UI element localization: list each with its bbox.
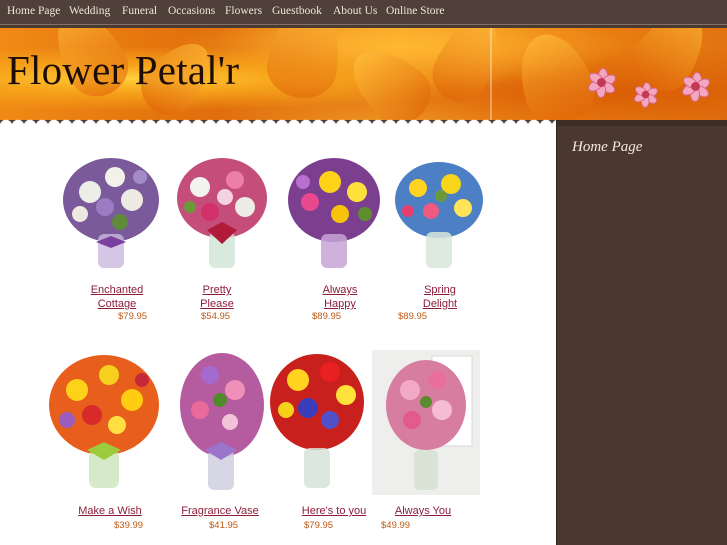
sidebar: Home Page [556, 120, 727, 545]
nav-item-occasions[interactable]: Occasions [168, 5, 215, 17]
product-link-make-a-wish[interactable]: Make a Wish [70, 504, 150, 518]
bouquet-image-heres-to-you[interactable] [268, 350, 366, 492]
nav-item-home-page[interactable]: Home Page [7, 5, 60, 17]
product-price: $79.95 [304, 520, 334, 531]
site-title: Flower Petal'r [7, 47, 240, 93]
bouquet-image-pretty-please[interactable] [175, 152, 270, 274]
bouquet-image-spring-delight[interactable] [393, 156, 486, 274]
bouquet-image-always-you[interactable] [372, 350, 480, 495]
bouquet-image-enchanted-cottage[interactable] [60, 152, 162, 274]
petal-decoration [262, 28, 348, 104]
nav-item-funeral[interactable]: Funeral [122, 5, 157, 17]
sidebar-title: Home Page [572, 139, 643, 155]
petal-decoration [423, 28, 512, 111]
product-price: $41.95 [209, 520, 239, 531]
product-price: $39.99 [114, 520, 144, 531]
product-link-heres-to-you[interactable]: Here's to you [294, 504, 374, 518]
product-link-spring-delight[interactable]: Spring Delight [405, 283, 475, 311]
product-price: $89.95 [398, 311, 428, 322]
nav-item-wedding[interactable]: Wedding [69, 5, 110, 17]
product-link-always-you[interactable]: Always You [383, 504, 463, 518]
pink-flower-icon [632, 82, 660, 108]
header-banner: Flower Petal'r [0, 28, 727, 120]
bouquet-image-fragrance-vase[interactable] [175, 350, 270, 492]
main-content: Enchanted Cottage $79.95 Pretty Please $… [0, 124, 556, 545]
product-link-always-happy[interactable]: Always Happy [305, 283, 375, 311]
product-price: $54.95 [201, 311, 231, 322]
product-link-pretty-please[interactable]: Pretty Please [182, 283, 252, 311]
sidebar-top-strip [557, 120, 727, 126]
nav-item-flowers[interactable]: Flowers [225, 5, 262, 17]
banner-divider [490, 28, 492, 120]
product-link-fragrance-vase[interactable]: Fragrance Vase [175, 504, 265, 518]
top-navigation: Home Page Wedding Funeral Occasions Flow… [0, 0, 727, 25]
product-price: $49.99 [381, 520, 411, 531]
product-link-enchanted-cottage[interactable]: Enchanted Cottage [82, 283, 152, 311]
nav-item-online-store[interactable]: Online Store [386, 5, 444, 17]
bouquet-image-make-a-wish[interactable] [47, 350, 161, 490]
product-price: $79.95 [118, 311, 148, 322]
nav-item-about-us[interactable]: About Us [333, 5, 377, 17]
nav-item-guestbook[interactable]: Guestbook [272, 5, 322, 17]
pink-flower-icon [680, 72, 712, 102]
bouquet-image-always-happy[interactable] [285, 152, 383, 274]
petal-decoration [338, 35, 442, 120]
nav-divider [0, 24, 727, 25]
product-price: $89.95 [312, 311, 342, 322]
pink-flower-icon [586, 68, 618, 98]
